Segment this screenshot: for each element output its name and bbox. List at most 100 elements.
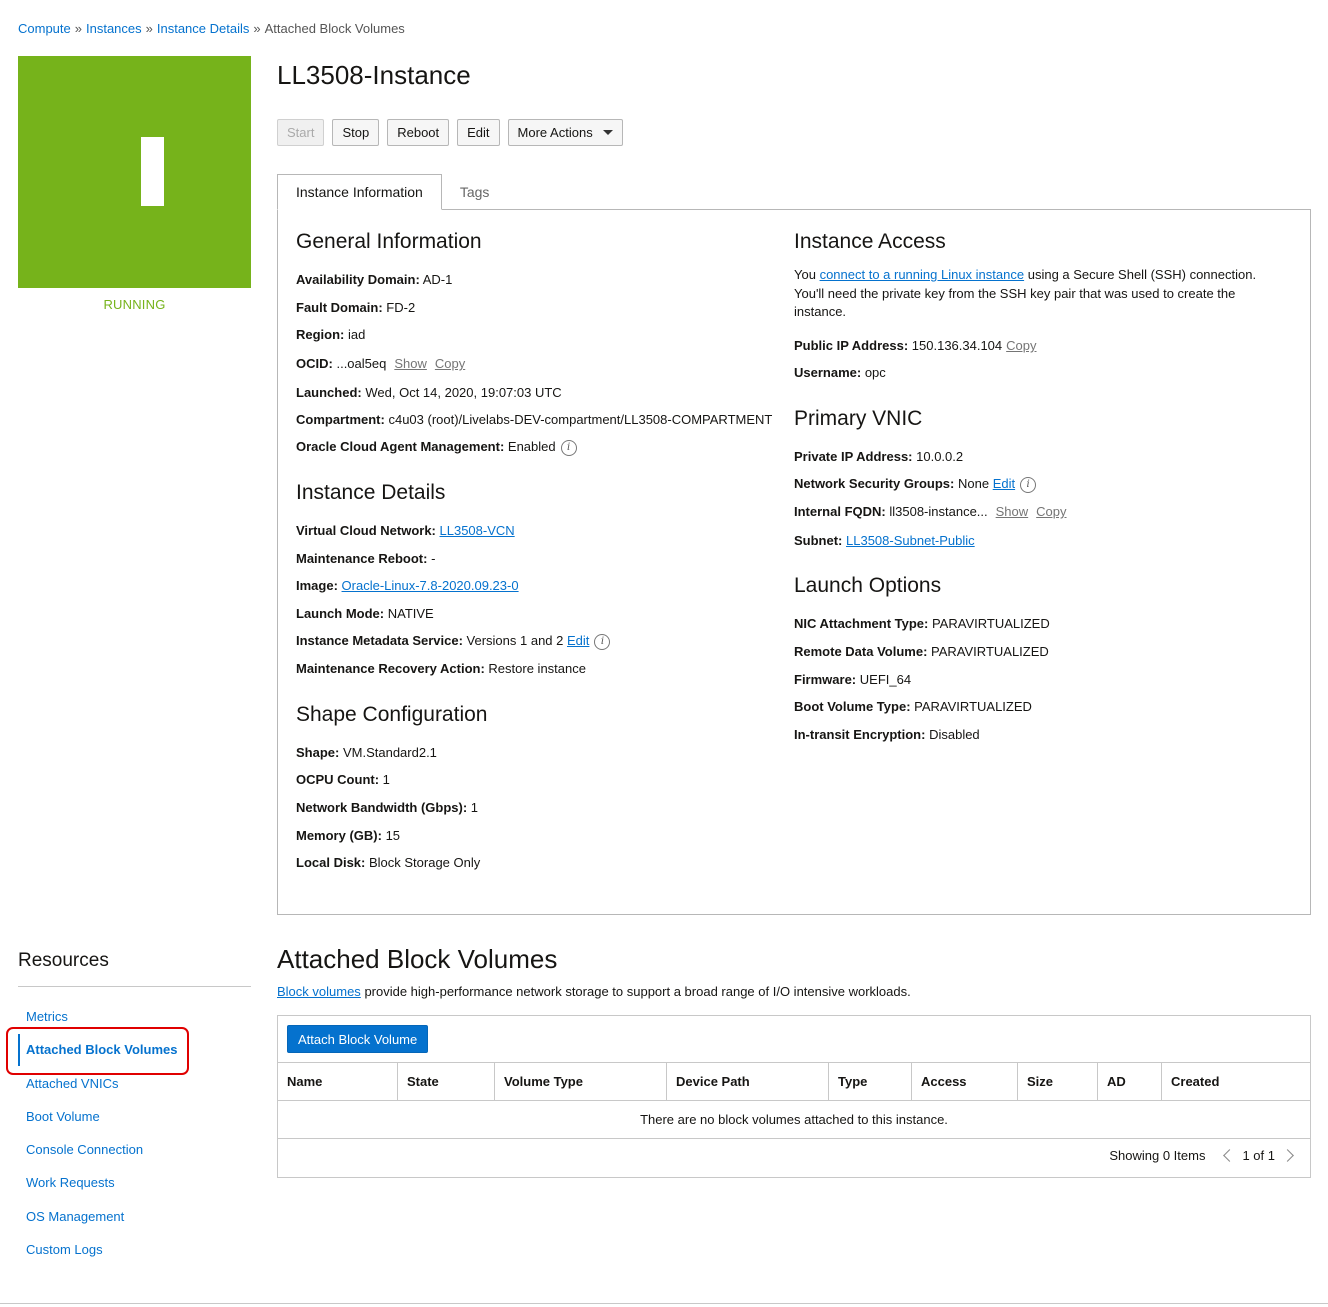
field-label: Region:	[296, 327, 345, 342]
field-label: Maintenance Recovery Action:	[296, 661, 485, 676]
column-header-created[interactable]: Created	[1161, 1063, 1310, 1100]
ocid-show-link[interactable]: Show	[394, 356, 427, 371]
field-value: 150.136.34.104	[911, 338, 1003, 353]
breadcrumb-separator: »	[145, 21, 153, 36]
primary-vnic-heading: Primary VNIC	[794, 407, 923, 430]
instance-status-text: RUNNING	[103, 297, 166, 312]
column-header-state[interactable]: State	[397, 1063, 494, 1100]
field-label: Private IP Address:	[794, 449, 913, 464]
general-information-heading: General Information	[296, 230, 482, 253]
info-icon[interactable]: i	[594, 633, 611, 650]
breadcrumb-instance-details[interactable]: Instance Details	[157, 21, 250, 36]
chevron-left-icon[interactable]	[1223, 1149, 1237, 1162]
instance-information-panel: General Information Availability Domain:…	[277, 209, 1311, 915]
action-toolbar: Start Stop Reboot Edit More Actions	[277, 119, 623, 146]
column-header-name[interactable]: Name	[278, 1063, 397, 1100]
field-value: -	[431, 551, 436, 566]
breadcrumb-compute[interactable]: Compute	[18, 21, 71, 36]
resource-item-console-connection[interactable]: Console Connection	[26, 1142, 143, 1157]
maintenance-reboot-row: Maintenance Reboot: -	[296, 551, 435, 566]
field-label: In-transit Encryption:	[794, 727, 926, 742]
access-text-pre: You	[794, 267, 816, 282]
fqdn-show-link[interactable]: Show	[996, 504, 1029, 519]
stop-button[interactable]: Stop	[332, 119, 380, 146]
breadcrumb-instances[interactable]: Instances	[86, 21, 142, 36]
field-label: Shape:	[296, 745, 340, 760]
resource-item-custom-logs[interactable]: Custom Logs	[26, 1242, 103, 1257]
more-actions-button[interactable]: More Actions	[507, 119, 623, 146]
field-label: Fault Domain:	[296, 300, 383, 315]
fqdn-copy-link[interactable]: Copy	[1036, 504, 1066, 519]
username-row: Username: opc	[794, 365, 886, 380]
field-value: PARAVIRTUALIZED	[914, 699, 1032, 714]
field-label: Oracle Cloud Agent Management:	[296, 439, 505, 454]
tab-tags[interactable]: Tags	[442, 174, 508, 210]
reboot-button[interactable]: Reboot	[387, 119, 450, 146]
bandwidth-row: Network Bandwidth (Gbps): 1	[296, 800, 478, 815]
connect-linux-link[interactable]: connect to a running Linux instance	[820, 267, 1025, 282]
field-value: PARAVIRTUALIZED	[931, 616, 1050, 631]
table-header: Name State Volume Type Device Path Type …	[278, 1062, 1310, 1101]
subnet-link[interactable]: LL3508-Subnet-Public	[846, 533, 975, 548]
field-value: PARAVIRTUALIZED	[931, 644, 1049, 659]
shape-row: Shape: VM.Standard2.1	[296, 745, 437, 760]
field-label: Boot Volume Type:	[794, 699, 911, 714]
resource-item-os-management[interactable]: OS Management	[26, 1209, 124, 1224]
field-value: Enabled	[507, 439, 556, 454]
vcn-link[interactable]: LL3508-VCN	[440, 523, 515, 538]
more-actions-label: More Actions	[517, 125, 593, 140]
ocid-copy-link[interactable]: Copy	[435, 356, 465, 371]
resource-item-boot-volume[interactable]: Boot Volume	[26, 1109, 100, 1124]
tab-instance-information[interactable]: Instance Information	[277, 174, 442, 210]
column-header-ad[interactable]: AD	[1097, 1063, 1161, 1100]
field-label: Username:	[794, 365, 862, 380]
field-value: ...oal5eq	[336, 356, 387, 371]
public-ip-copy-link[interactable]: Copy	[1006, 338, 1036, 353]
info-icon[interactable]: i	[560, 439, 577, 456]
info-icon[interactable]: i	[1020, 476, 1037, 493]
resource-item-attached-vnics[interactable]: Attached VNICs	[26, 1076, 119, 1091]
column-header-type[interactable]: Type	[828, 1063, 911, 1100]
description-text: provide high-performance network storage…	[364, 984, 911, 999]
attached-block-volumes-heading: Attached Block Volumes	[277, 944, 558, 974]
column-header-device-path[interactable]: Device Path	[666, 1063, 828, 1100]
instance-icon	[141, 137, 164, 206]
field-label: Instance Metadata Service:	[296, 633, 463, 648]
field-label: Network Bandwidth (Gbps):	[296, 800, 468, 815]
recovery-action-row: Maintenance Recovery Action: Restore ins…	[296, 661, 586, 676]
instance-status-tile	[18, 56, 251, 288]
nsg-edit-link[interactable]: Edit	[993, 476, 1015, 491]
highlight-box	[6, 1027, 189, 1075]
image-link[interactable]: Oracle-Linux-7.8-2020.09.23-0	[342, 578, 519, 593]
remote-data-volume-row: Remote Data Volume: PARAVIRTUALIZED	[794, 644, 1049, 659]
field-label: Local Disk:	[296, 855, 366, 870]
column-header-size[interactable]: Size	[1017, 1063, 1097, 1100]
field-value: Block Storage Only	[368, 855, 481, 870]
field-label: OCID:	[296, 356, 333, 371]
edit-button[interactable]: Edit	[457, 119, 500, 146]
resource-item-metrics[interactable]: Metrics	[26, 1009, 68, 1024]
instance-details-heading: Instance Details	[296, 481, 446, 504]
resources-divider	[18, 986, 251, 987]
column-header-volume-type[interactable]: Volume Type	[494, 1063, 666, 1100]
breadcrumb-separator: »	[253, 21, 261, 36]
metadata-edit-link[interactable]: Edit	[567, 633, 589, 648]
ocpu-row: OCPU Count: 1	[296, 772, 390, 787]
fqdn-row: Internal FQDN: ll3508-instance... Show Cop…	[794, 504, 1067, 519]
item-count: Showing 0 Items	[1109, 1148, 1206, 1163]
page-indicator: 1 of 1	[1242, 1148, 1275, 1163]
start-button[interactable]: Start	[277, 119, 325, 146]
resource-item-work-requests[interactable]: Work Requests	[26, 1175, 115, 1190]
availability-domain-row: Availability Domain: AD-1	[296, 272, 452, 287]
field-label: Internal FQDN:	[794, 504, 886, 519]
attach-block-volume-button[interactable]: Attach Block Volume	[287, 1025, 429, 1053]
column-header-access[interactable]: Access	[911, 1063, 1017, 1100]
page-bottom-divider	[0, 1303, 1328, 1304]
field-value: ll3508-instance...	[889, 504, 988, 519]
field-value: AD-1	[422, 272, 453, 287]
field-label: Launched:	[296, 385, 362, 400]
chevron-right-icon[interactable]	[1281, 1149, 1294, 1162]
block-volumes-link[interactable]: Block volumes	[277, 984, 361, 999]
field-label: Public IP Address:	[794, 338, 909, 353]
ocid-row: OCID: ...oal5eq Show Copy	[296, 356, 465, 371]
